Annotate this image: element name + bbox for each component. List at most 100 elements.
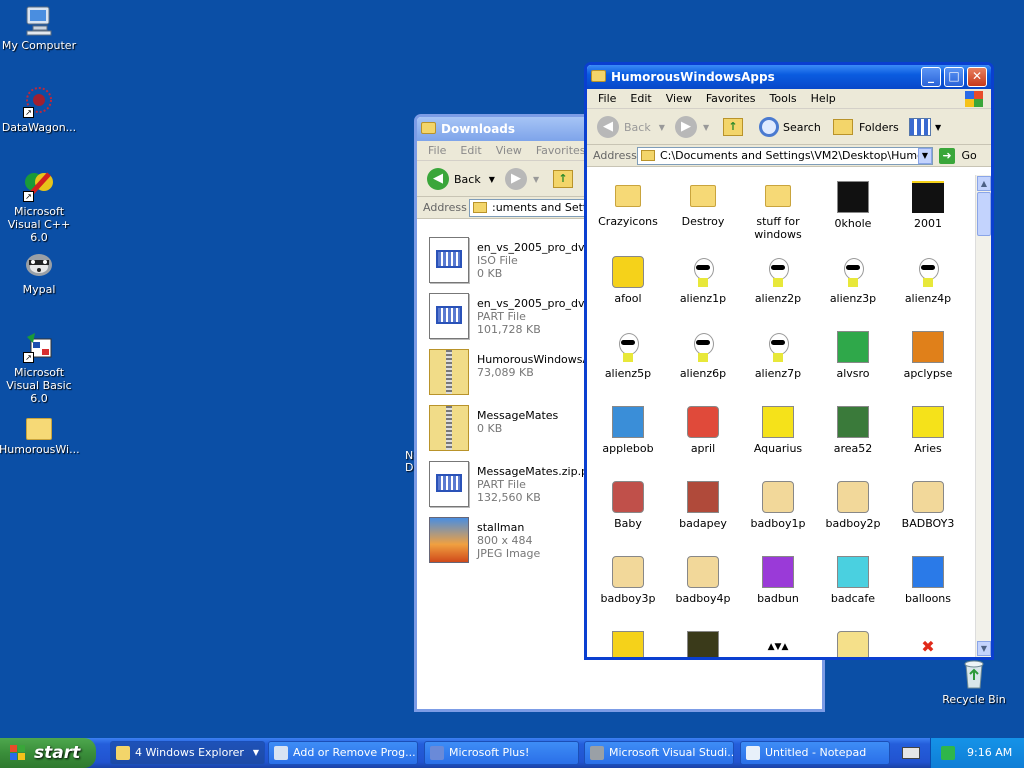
list-item[interactable]: alienz3p bbox=[815, 256, 891, 305]
list-item[interactable]: MessageMates 0 KB bbox=[425, 403, 595, 453]
list-item[interactable]: alienz2p bbox=[740, 256, 816, 305]
list-item[interactable]: Baby bbox=[590, 481, 666, 530]
address-dropdown-button[interactable]: ▼ bbox=[918, 148, 932, 164]
desktop-icon-my-computer[interactable]: My Computer bbox=[0, 4, 79, 52]
file-name: en_vs_2005_pro_dvd. bbox=[477, 297, 595, 310]
menu-tools[interactable]: Tools bbox=[763, 89, 804, 108]
desktop-icon-visual-cpp[interactable]: ↗ Microsoft Visual C++ 6.0 bbox=[0, 170, 79, 244]
alien-icon bbox=[912, 256, 944, 288]
list-item[interactable]: 2001 bbox=[890, 181, 966, 230]
list-item[interactable]: alienz5p bbox=[590, 331, 666, 380]
menu-favorites[interactable]: Favorites bbox=[699, 89, 763, 108]
list-item[interactable] bbox=[815, 631, 891, 657]
list-item[interactable]: badapey bbox=[665, 481, 741, 530]
vertical-scrollbar[interactable]: ▲ ▼ bbox=[975, 175, 991, 657]
scroll-up-button[interactable]: ▲ bbox=[977, 176, 991, 191]
list-item[interactable]: alvsro bbox=[815, 331, 891, 380]
forward-button[interactable]: ▶ ▼ bbox=[505, 166, 539, 192]
list-item[interactable]: Aquarius bbox=[740, 406, 816, 455]
up-button[interactable]: ↑ bbox=[553, 166, 573, 192]
humorous-titlebar[interactable]: HumorousWindowsApps _ □ ✕ bbox=[587, 65, 991, 89]
desktop-icon-datawagon[interactable]: ↗ DataWagon... bbox=[0, 86, 79, 134]
back-button[interactable]: ◀ Back ▼ bbox=[427, 166, 495, 192]
taskbar-item-windows-explorer[interactable]: 4 Windows Explorer ▼ bbox=[110, 741, 265, 765]
desktop-icon-humorous-folder[interactable]: HumorousWi... bbox=[0, 414, 80, 456]
list-item[interactable]: HumorousWindowsApp 73,089 KB bbox=[425, 347, 604, 397]
list-item[interactable]: badboy2p bbox=[815, 481, 891, 530]
desktop-icon-mypal[interactable]: Mypal bbox=[0, 248, 79, 296]
file-type: PART File bbox=[477, 310, 526, 323]
taskbar-item-notepad[interactable]: Untitled - Notepad bbox=[740, 741, 890, 765]
taskbar-item-add-remove[interactable]: Add or Remove Prog... bbox=[268, 741, 418, 765]
alien-body bbox=[773, 353, 783, 362]
list-item[interactable] bbox=[665, 631, 741, 657]
up-button[interactable]: ↑ bbox=[723, 114, 743, 140]
minimize-button[interactable]: _ bbox=[921, 67, 941, 87]
list-item[interactable]: badcafe bbox=[815, 556, 891, 605]
list-item[interactable] bbox=[590, 631, 666, 657]
views-button[interactable]: ▼ bbox=[909, 114, 941, 140]
list-item[interactable]: stuff for windows bbox=[740, 181, 816, 241]
list-item[interactable]: en_vs_2005_pro_dvd. PART File 101,728 KB bbox=[425, 291, 595, 341]
zip-folder-icon bbox=[429, 405, 469, 451]
alien-body bbox=[773, 278, 783, 287]
humorous-window[interactable]: HumorousWindowsApps _ □ ✕ File Edit View Fa… bbox=[584, 62, 994, 660]
network-icon[interactable] bbox=[941, 746, 955, 760]
desktop-icon-visual-basic[interactable]: ↗ Microsoft Visual Basic 6.0 bbox=[0, 331, 79, 405]
maximize-button[interactable]: □ bbox=[944, 67, 964, 87]
list-item[interactable]: alienz6p bbox=[665, 331, 741, 380]
taskbar-item-label: Untitled - Notepad bbox=[765, 746, 867, 759]
list-item[interactable]: badboy4p bbox=[665, 556, 741, 605]
list-item[interactable]: en_vs_2005_pro_dvd. ISO File 0 KB bbox=[425, 235, 595, 285]
menu-help[interactable]: Help bbox=[804, 89, 843, 108]
keyboard-icon[interactable] bbox=[902, 747, 920, 759]
list-item[interactable]: balloons bbox=[890, 556, 966, 605]
list-item[interactable]: BADBOY3 bbox=[890, 481, 966, 530]
scroll-thumb[interactable] bbox=[977, 192, 991, 236]
list-item[interactable]: april bbox=[665, 406, 741, 455]
menu-file[interactable]: File bbox=[591, 89, 623, 108]
back-button[interactable]: ◀ Back ▼ bbox=[597, 114, 665, 140]
list-item[interactable]: alienz4p bbox=[890, 256, 966, 305]
iso-file-icon bbox=[429, 237, 469, 283]
taskbar-item-microsoft-plus[interactable]: Microsoft Plus! bbox=[424, 741, 579, 765]
list-item[interactable]: Destroy bbox=[665, 181, 741, 228]
list-item[interactable]: alienz1p bbox=[665, 256, 741, 305]
list-item[interactable]: apclypse bbox=[890, 331, 966, 380]
list-item[interactable]: ✖ bbox=[890, 631, 966, 657]
list-item[interactable]: badboy1p bbox=[740, 481, 816, 530]
menu-favorites[interactable]: Favorites bbox=[529, 141, 593, 160]
address-input[interactable]: C:\Documents and Settings\VM2\Desktop\Hu… bbox=[637, 147, 933, 165]
start-button[interactable]: start bbox=[0, 738, 96, 768]
menu-edit[interactable]: Edit bbox=[623, 89, 658, 108]
address-input[interactable]: :uments and Settings bbox=[469, 199, 589, 217]
close-button[interactable]: ✕ bbox=[967, 67, 987, 87]
list-item[interactable]: stallman 800 x 484 JPEG Image bbox=[425, 515, 595, 565]
taskbar-item-visual-studio[interactable]: Microsoft Visual Studi... bbox=[584, 741, 734, 765]
search-button[interactable]: Search bbox=[759, 114, 821, 140]
folders-button[interactable]: Folders bbox=[833, 114, 899, 140]
list-item[interactable]: applebob bbox=[590, 406, 666, 455]
item-label: balloons bbox=[905, 592, 951, 605]
list-item[interactable]: 0khole bbox=[815, 181, 891, 230]
list-item[interactable]: MessageMates.zip.par PART File 132,560 KB bbox=[425, 459, 599, 509]
menu-edit[interactable]: Edit bbox=[453, 141, 488, 160]
menu-view[interactable]: View bbox=[489, 141, 529, 160]
list-item[interactable]: badboy3p bbox=[590, 556, 666, 605]
list-item[interactable]: afool bbox=[590, 256, 666, 305]
item-label: Baby bbox=[614, 517, 642, 530]
back-arrow-icon: ◀ bbox=[427, 168, 449, 190]
menu-view[interactable]: View bbox=[659, 89, 699, 108]
list-item[interactable]: Crazyicons bbox=[590, 181, 666, 228]
list-item[interactable]: badbun bbox=[740, 556, 816, 605]
go-button[interactable]: ➜ Go bbox=[939, 147, 977, 165]
list-item[interactable]: area52 bbox=[815, 406, 891, 455]
clock[interactable]: 9:16 AM bbox=[967, 746, 1012, 759]
forward-button[interactable]: ▶ ▼ bbox=[675, 114, 709, 140]
list-item[interactable]: alienz7p bbox=[740, 331, 816, 380]
desktop-icon-recycle-bin[interactable]: Recycle Bin bbox=[934, 658, 1014, 706]
list-item[interactable]: Aries bbox=[890, 406, 966, 455]
menu-file[interactable]: File bbox=[421, 141, 453, 160]
scroll-down-button[interactable]: ▼ bbox=[977, 641, 991, 656]
list-item[interactable]: ▲▼▲ bbox=[740, 631, 816, 657]
